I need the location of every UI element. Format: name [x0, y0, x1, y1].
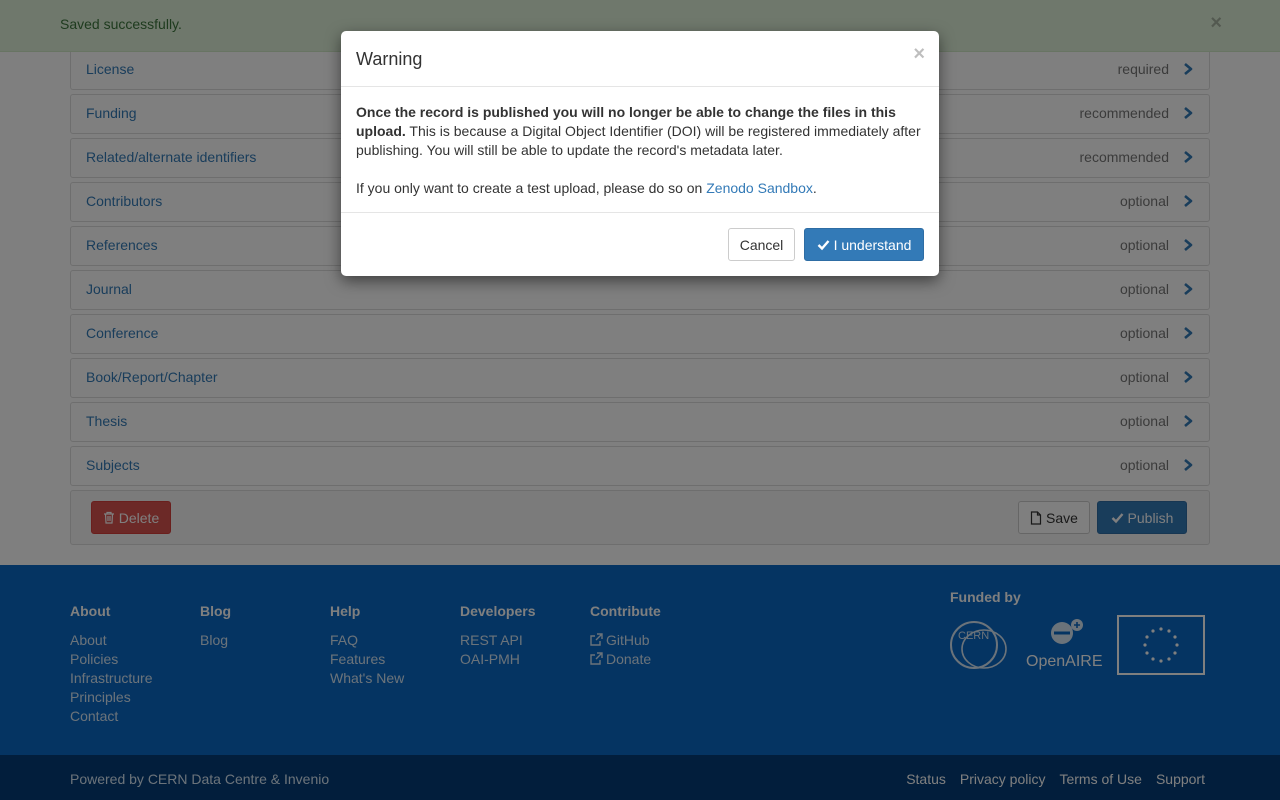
dialog-body-text: This is because a Digital Object Identif…: [356, 123, 921, 158]
zenodo-sandbox-link[interactable]: Zenodo Sandbox: [706, 180, 813, 196]
dialog-title: Warning: [356, 49, 423, 69]
sandbox-suffix: .: [812, 180, 817, 196]
cancel-label: Cancel: [739, 236, 784, 253]
sandbox-prefix: If you only want to create a test upload…: [356, 180, 707, 196]
dialog-paragraph-2: If you only want to create a test upload…: [356, 179, 924, 198]
dialog-body: Once the record is published you will no…: [356, 103, 924, 198]
dialog-header: Warning ×: [341, 31, 939, 87]
i-understand-label: I understand: [833, 236, 912, 253]
dialog-footer: Cancel I understand: [341, 212, 939, 276]
warning-dialog: Warning × Once the record is published y…: [341, 31, 939, 276]
dialog-paragraph-1: Once the record is published you will no…: [356, 103, 924, 160]
dialog-close-button[interactable]: ×: [913, 44, 925, 64]
check-icon: [817, 239, 829, 250]
i-understand-button[interactable]: I understand: [804, 228, 924, 261]
cancel-button[interactable]: Cancel: [728, 228, 795, 261]
